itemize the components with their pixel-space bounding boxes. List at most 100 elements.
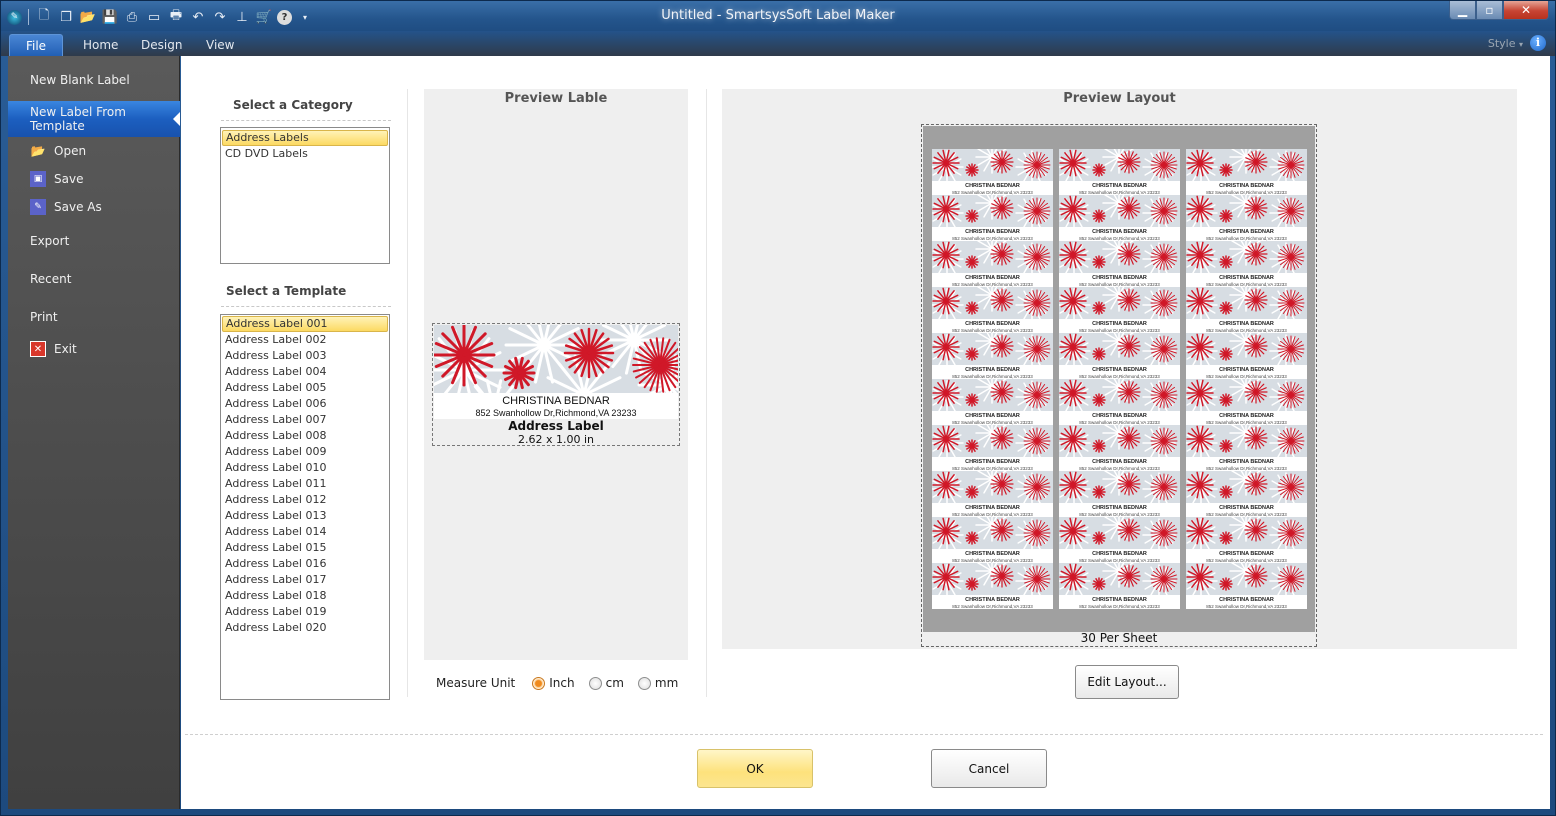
flower-decoration	[965, 531, 979, 545]
template-list-item[interactable]: Address Label 002	[222, 332, 388, 348]
sheet-label: CHRISTINA BEDNAR 852 Swanhollow Dr,Richmo…	[1186, 471, 1307, 517]
flower-decoration	[1244, 150, 1268, 174]
menu-new-label-from-template[interactable]: New Label From Template	[8, 101, 180, 137]
sheet-label-name: CHRISTINA BEDNAR	[1092, 183, 1147, 189]
sheet-label-name: CHRISTINA BEDNAR	[965, 505, 1020, 511]
template-list-item[interactable]: Address Label 006	[222, 396, 388, 412]
template-list-item[interactable]: Address Label 020	[222, 620, 388, 636]
flower-decoration	[990, 380, 1014, 404]
template-list-item[interactable]: Address Label 014	[222, 524, 388, 540]
flower-decoration	[1092, 255, 1106, 269]
sheet-label: CHRISTINA BEDNAR 852 Swanhollow Dr,Richmo…	[1059, 241, 1180, 287]
template-list-item[interactable]: Address Label 017	[222, 572, 388, 588]
menu-export[interactable]: Export	[8, 230, 180, 252]
template-list-item[interactable]: Address Label 004	[222, 364, 388, 380]
ok-button[interactable]: OK	[697, 749, 813, 788]
flower-decoration	[1117, 242, 1141, 266]
sheet-label-name: CHRISTINA BEDNAR	[1219, 367, 1274, 373]
flower-decoration	[990, 150, 1014, 174]
category-list[interactable]: Address Labels CD DVD Labels	[220, 127, 390, 264]
minimize-button[interactable]: ▁	[1449, 1, 1476, 20]
sheet-label-name: CHRISTINA BEDNAR	[1219, 275, 1274, 281]
radio-button[interactable]	[588, 676, 602, 690]
menu-new-blank-label[interactable]: New Blank Label	[8, 68, 180, 92]
menu-save-as[interactable]: ✎ Save As	[8, 197, 180, 217]
radio-label: mm	[654, 676, 679, 690]
flower-decoration	[434, 325, 496, 387]
flower-decoration	[1219, 209, 1233, 223]
style-menu-label: Style	[1487, 37, 1516, 50]
template-list-item[interactable]: Address Label 018	[222, 588, 388, 604]
template-list-item[interactable]: Address Label 015	[222, 540, 388, 556]
menu-open[interactable]: 📂 Open	[8, 141, 180, 161]
close-button[interactable]: ✕	[1503, 1, 1549, 20]
footer-divider	[185, 734, 1543, 735]
sheet-label-name: CHRISTINA BEDNAR	[965, 551, 1020, 557]
template-heading: Select a Template	[226, 284, 347, 298]
template-list-item[interactable]: Address Label 005	[222, 380, 388, 396]
edit-layout-button[interactable]: Edit Layout...	[1075, 665, 1179, 699]
template-list-item[interactable]: Address Label 016	[222, 556, 388, 572]
template-list-item[interactable]: Address Label 009	[222, 444, 388, 460]
tab-view[interactable]: View	[192, 34, 248, 56]
measure-unit-label: Measure Unit	[436, 676, 516, 690]
preview-layout-heading: Preview Layout	[1063, 91, 1176, 106]
menu-recent[interactable]: Recent	[8, 268, 180, 290]
flower-decoration	[965, 485, 979, 499]
radio-inch[interactable]: Inch	[532, 676, 575, 690]
template-list-item[interactable]: Address Label 001	[222, 316, 388, 332]
category-list-item[interactable]: Address Labels	[222, 130, 388, 146]
category-list-item[interactable]: CD DVD Labels	[222, 146, 388, 162]
menu-item-label: Exit	[54, 342, 77, 356]
radio-button-selected[interactable]	[532, 676, 546, 690]
sheet-label: CHRISTINA BEDNAR 852 Swanhollow Dr,Richmo…	[1059, 425, 1180, 471]
flower-decoration	[1219, 531, 1233, 545]
cancel-button[interactable]: Cancel	[931, 749, 1047, 788]
template-list-item[interactable]: Address Label 011	[222, 476, 388, 492]
flower-decoration	[965, 255, 979, 269]
sheet-label: CHRISTINA BEDNAR 852 Swanhollow Dr,Richmo…	[932, 517, 1053, 563]
menu-exit[interactable]: ✕ Exit	[8, 339, 180, 359]
sheet-label-name: CHRISTINA BEDNAR	[1092, 413, 1147, 419]
maximize-button[interactable]: ▫	[1476, 1, 1503, 20]
template-list-item[interactable]: Address Label 019	[222, 604, 388, 620]
menu-item-label: Print	[30, 310, 58, 324]
flower-decoration	[1244, 288, 1268, 312]
template-list-item[interactable]: Address Label 008	[222, 428, 388, 444]
menu-print[interactable]: Print	[8, 306, 180, 328]
sheet-label: CHRISTINA BEDNAR 852 Swanhollow Dr,Richmo…	[1059, 333, 1180, 379]
tab-design[interactable]: Design	[127, 34, 196, 56]
template-list[interactable]: Address Label 001 Address Label 002 Addres…	[220, 314, 390, 700]
sheet-label-name: CHRISTINA BEDNAR	[1219, 459, 1274, 465]
template-list-item[interactable]: Address Label 003	[222, 348, 388, 364]
flower-decoration	[1092, 163, 1106, 177]
menu-item-label: Save	[54, 172, 84, 186]
flower-decoration	[1117, 150, 1141, 174]
flower-decoration	[965, 347, 979, 361]
flower-decoration	[1244, 426, 1268, 450]
sheet-background: CHRISTINA BEDNAR 852 Swanhollow Dr,Richmo…	[923, 126, 1315, 632]
info-icon[interactable]: i	[1530, 35, 1546, 51]
radio-button[interactable]	[637, 676, 651, 690]
tab-file[interactable]: File	[9, 34, 63, 56]
menu-save[interactable]: ▣ Save	[8, 169, 180, 189]
template-list-item[interactable]: Address Label 007	[222, 412, 388, 428]
sheet-label: CHRISTINA BEDNAR 852 Swanhollow Dr,Richmo…	[1186, 241, 1307, 287]
tab-home[interactable]: Home	[69, 34, 132, 56]
template-list-item[interactable]: Address Label 013	[222, 508, 388, 524]
sheet-label: CHRISTINA BEDNAR 852 Swanhollow Dr,Richmo…	[932, 195, 1053, 241]
flower-decoration	[1117, 472, 1141, 496]
title-bar: ✎ 🗋 ❐ 📂 💾 ⎙ ▭ 🖶 ↶ ↷ ⊥ 🛒 ? ▾ Untitled - S…	[1, 1, 1555, 31]
radio-mm[interactable]: mm	[637, 676, 679, 690]
style-menu[interactable]: Style ▾	[1488, 37, 1523, 50]
radio-label: cm	[605, 676, 624, 690]
sheet-label-name: CHRISTINA BEDNAR	[1219, 597, 1274, 603]
template-list-item[interactable]: Address Label 012	[222, 492, 388, 508]
radio-cm[interactable]: cm	[588, 676, 624, 690]
divider	[407, 89, 408, 697]
preview-label-panel: Preview Lable CHRISTINA BEDNAR 852 Swanh…	[424, 89, 688, 660]
template-list-item[interactable]: Address Label 010	[222, 460, 388, 476]
flower-decoration	[1219, 577, 1233, 591]
menu-item-label: New Blank Label	[30, 73, 130, 87]
flower-decoration	[1117, 564, 1141, 588]
